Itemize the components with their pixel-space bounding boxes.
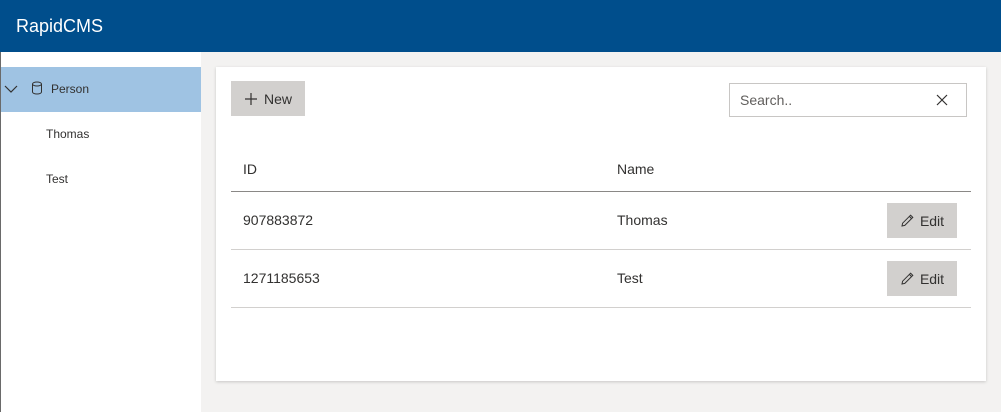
new-button[interactable]: New [231,81,305,116]
top-bar: RapidCMS [0,0,1001,52]
app-title: RapidCMS [16,15,104,36]
pencil-icon [901,214,914,227]
column-header-id: ID [243,161,257,177]
cell-name: Thomas [617,212,668,228]
pencil-icon [901,272,914,285]
search-input[interactable] [730,84,930,116]
cell-name: Test [617,270,643,286]
new-button-label: New [263,90,292,107]
cell-id: 907883872 [243,212,314,228]
sidebar-item-label: Thomas [46,127,90,141]
sidebar-item-person[interactable]: Person [1,67,201,112]
database-icon [32,81,42,95]
sidebar-item-test[interactable]: Test [1,157,201,202]
search-box [729,83,967,117]
close-icon[interactable] [935,93,949,107]
column-header-name: Name [617,161,655,177]
sidebar-item-thomas[interactable]: Thomas [1,112,201,157]
table-row: 907883872 Thomas Edit [231,192,971,250]
table-row: 1271185653 Test Edit [231,250,971,308]
chevron-down-icon[interactable] [4,82,18,96]
table-header: ID Name [231,147,971,192]
edit-button[interactable]: Edit [887,261,957,296]
edit-button-label: Edit [919,270,945,287]
sidebar: Person Thomas Test [1,52,201,412]
data-table: ID Name 907883872 Thomas Edit 1271185653… [231,147,971,308]
plus-icon [244,92,257,105]
sidebar-item-label: Test [46,172,69,186]
list-card: New ID Name 907883872 Thomas Edit 127118… [216,67,986,381]
sidebar-item-label: Person [51,82,90,96]
edit-button-label: Edit [919,212,945,229]
cell-id: 1271185653 [243,270,320,286]
edit-button[interactable]: Edit [887,203,957,238]
